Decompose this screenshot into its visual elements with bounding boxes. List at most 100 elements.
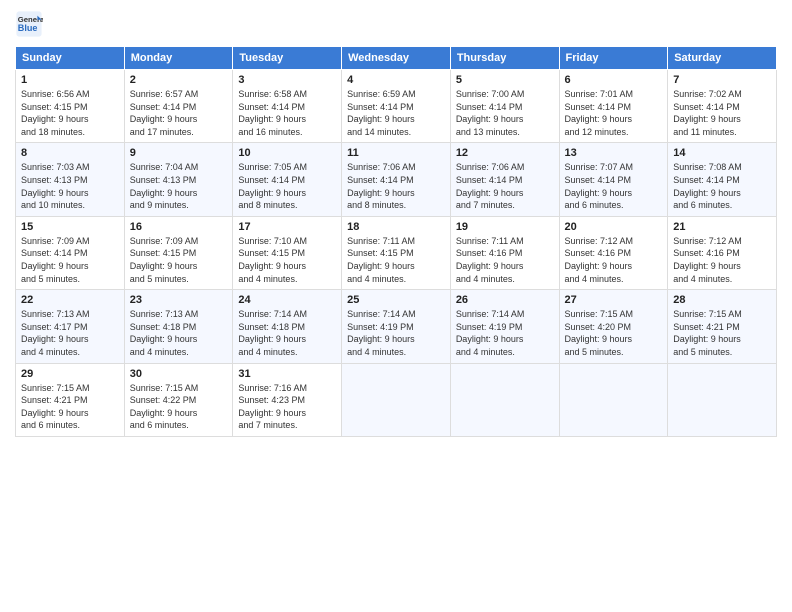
page-header: General Blue: [15, 10, 777, 38]
day-number: 6: [565, 74, 663, 86]
day-info: Sunrise: 7:00 AMSunset: 4:14 PMDaylight:…: [456, 89, 525, 137]
day-number: 29: [21, 368, 119, 380]
day-number: 26: [456, 294, 554, 306]
calendar-week-row: 8 Sunrise: 7:03 AMSunset: 4:13 PMDayligh…: [16, 143, 777, 216]
calendar-cell: 27 Sunrise: 7:15 AMSunset: 4:20 PMDaylig…: [559, 290, 668, 363]
calendar-cell: 7 Sunrise: 7:02 AMSunset: 4:14 PMDayligh…: [668, 70, 777, 143]
calendar-cell: 12 Sunrise: 7:06 AMSunset: 4:14 PMDaylig…: [450, 143, 559, 216]
calendar-cell: 17 Sunrise: 7:10 AMSunset: 4:15 PMDaylig…: [233, 216, 342, 289]
calendar-cell: 6 Sunrise: 7:01 AMSunset: 4:14 PMDayligh…: [559, 70, 668, 143]
day-info: Sunrise: 7:15 AMSunset: 4:21 PMDaylight:…: [673, 309, 742, 357]
day-info: Sunrise: 7:11 AMSunset: 4:16 PMDaylight:…: [456, 236, 524, 284]
calendar-cell: 21 Sunrise: 7:12 AMSunset: 4:16 PMDaylig…: [668, 216, 777, 289]
calendar-weekday-thursday: Thursday: [450, 47, 559, 70]
calendar-cell: 13 Sunrise: 7:07 AMSunset: 4:14 PMDaylig…: [559, 143, 668, 216]
calendar-cell: 30 Sunrise: 7:15 AMSunset: 4:22 PMDaylig…: [124, 363, 233, 436]
day-number: 19: [456, 221, 554, 233]
day-info: Sunrise: 7:12 AMSunset: 4:16 PMDaylight:…: [673, 236, 742, 284]
calendar-cell: 2 Sunrise: 6:57 AMSunset: 4:14 PMDayligh…: [124, 70, 233, 143]
day-info: Sunrise: 6:58 AMSunset: 4:14 PMDaylight:…: [238, 89, 307, 137]
calendar-cell: 18 Sunrise: 7:11 AMSunset: 4:15 PMDaylig…: [342, 216, 451, 289]
calendar-cell: 9 Sunrise: 7:04 AMSunset: 4:13 PMDayligh…: [124, 143, 233, 216]
calendar-weekday-friday: Friday: [559, 47, 668, 70]
calendar-cell: [668, 363, 777, 436]
day-number: 18: [347, 221, 445, 233]
day-info: Sunrise: 7:07 AMSunset: 4:14 PMDaylight:…: [565, 162, 634, 210]
day-info: Sunrise: 7:14 AMSunset: 4:19 PMDaylight:…: [347, 309, 416, 357]
calendar-week-row: 15 Sunrise: 7:09 AMSunset: 4:14 PMDaylig…: [16, 216, 777, 289]
calendar-cell: [342, 363, 451, 436]
day-number: 25: [347, 294, 445, 306]
day-info: Sunrise: 7:10 AMSunset: 4:15 PMDaylight:…: [238, 236, 307, 284]
day-number: 27: [565, 294, 663, 306]
calendar-cell: 29 Sunrise: 7:15 AMSunset: 4:21 PMDaylig…: [16, 363, 125, 436]
day-number: 2: [130, 74, 228, 86]
day-info: Sunrise: 7:06 AMSunset: 4:14 PMDaylight:…: [347, 162, 416, 210]
calendar-cell: 24 Sunrise: 7:14 AMSunset: 4:18 PMDaylig…: [233, 290, 342, 363]
day-info: Sunrise: 6:57 AMSunset: 4:14 PMDaylight:…: [130, 89, 199, 137]
day-number: 28: [673, 294, 771, 306]
day-number: 7: [673, 74, 771, 86]
day-number: 11: [347, 147, 445, 159]
calendar-week-row: 29 Sunrise: 7:15 AMSunset: 4:21 PMDaylig…: [16, 363, 777, 436]
calendar-cell: 19 Sunrise: 7:11 AMSunset: 4:16 PMDaylig…: [450, 216, 559, 289]
calendar-cell: 14 Sunrise: 7:08 AMSunset: 4:14 PMDaylig…: [668, 143, 777, 216]
day-info: Sunrise: 7:03 AMSunset: 4:13 PMDaylight:…: [21, 162, 90, 210]
calendar-cell: 22 Sunrise: 7:13 AMSunset: 4:17 PMDaylig…: [16, 290, 125, 363]
calendar-cell: 28 Sunrise: 7:15 AMSunset: 4:21 PMDaylig…: [668, 290, 777, 363]
day-info: Sunrise: 7:14 AMSunset: 4:18 PMDaylight:…: [238, 309, 307, 357]
calendar-cell: 16 Sunrise: 7:09 AMSunset: 4:15 PMDaylig…: [124, 216, 233, 289]
calendar-weekday-tuesday: Tuesday: [233, 47, 342, 70]
day-number: 9: [130, 147, 228, 159]
day-number: 14: [673, 147, 771, 159]
calendar-table: SundayMondayTuesdayWednesdayThursdayFrid…: [15, 46, 777, 437]
day-number: 24: [238, 294, 336, 306]
calendar-header-row: SundayMondayTuesdayWednesdayThursdayFrid…: [16, 47, 777, 70]
day-info: Sunrise: 7:16 AMSunset: 4:23 PMDaylight:…: [238, 383, 307, 431]
svg-text:Blue: Blue: [18, 23, 38, 33]
day-number: 31: [238, 368, 336, 380]
day-number: 23: [130, 294, 228, 306]
calendar-cell: 31 Sunrise: 7:16 AMSunset: 4:23 PMDaylig…: [233, 363, 342, 436]
day-info: Sunrise: 7:01 AMSunset: 4:14 PMDaylight:…: [565, 89, 634, 137]
logo: General Blue: [15, 10, 47, 38]
calendar-cell: 23 Sunrise: 7:13 AMSunset: 4:18 PMDaylig…: [124, 290, 233, 363]
day-info: Sunrise: 6:59 AMSunset: 4:14 PMDaylight:…: [347, 89, 416, 137]
logo-icon: General Blue: [15, 10, 43, 38]
calendar-weekday-sunday: Sunday: [16, 47, 125, 70]
day-info: Sunrise: 7:14 AMSunset: 4:19 PMDaylight:…: [456, 309, 525, 357]
day-info: Sunrise: 7:15 AMSunset: 4:22 PMDaylight:…: [130, 383, 199, 431]
day-info: Sunrise: 7:09 AMSunset: 4:14 PMDaylight:…: [21, 236, 90, 284]
calendar-cell: 8 Sunrise: 7:03 AMSunset: 4:13 PMDayligh…: [16, 143, 125, 216]
calendar-cell: 15 Sunrise: 7:09 AMSunset: 4:14 PMDaylig…: [16, 216, 125, 289]
day-number: 10: [238, 147, 336, 159]
day-number: 8: [21, 147, 119, 159]
calendar-cell: 5 Sunrise: 7:00 AMSunset: 4:14 PMDayligh…: [450, 70, 559, 143]
day-number: 3: [238, 74, 336, 86]
calendar-weekday-saturday: Saturday: [668, 47, 777, 70]
day-number: 20: [565, 221, 663, 233]
day-number: 22: [21, 294, 119, 306]
calendar-cell: 25 Sunrise: 7:14 AMSunset: 4:19 PMDaylig…: [342, 290, 451, 363]
calendar-week-row: 22 Sunrise: 7:13 AMSunset: 4:17 PMDaylig…: [16, 290, 777, 363]
calendar-cell: 11 Sunrise: 7:06 AMSunset: 4:14 PMDaylig…: [342, 143, 451, 216]
day-number: 17: [238, 221, 336, 233]
day-info: Sunrise: 7:12 AMSunset: 4:16 PMDaylight:…: [565, 236, 634, 284]
day-info: Sunrise: 7:02 AMSunset: 4:14 PMDaylight:…: [673, 89, 742, 137]
day-info: Sunrise: 7:15 AMSunset: 4:21 PMDaylight:…: [21, 383, 90, 431]
day-number: 12: [456, 147, 554, 159]
calendar-cell: [450, 363, 559, 436]
calendar-weekday-wednesday: Wednesday: [342, 47, 451, 70]
calendar-weekday-monday: Monday: [124, 47, 233, 70]
day-info: Sunrise: 7:13 AMSunset: 4:17 PMDaylight:…: [21, 309, 90, 357]
day-number: 5: [456, 74, 554, 86]
day-number: 4: [347, 74, 445, 86]
day-number: 1: [21, 74, 119, 86]
day-number: 13: [565, 147, 663, 159]
calendar-week-row: 1 Sunrise: 6:56 AMSunset: 4:15 PMDayligh…: [16, 70, 777, 143]
calendar-cell: 10 Sunrise: 7:05 AMSunset: 4:14 PMDaylig…: [233, 143, 342, 216]
day-number: 30: [130, 368, 228, 380]
day-info: Sunrise: 7:06 AMSunset: 4:14 PMDaylight:…: [456, 162, 525, 210]
day-number: 15: [21, 221, 119, 233]
day-number: 21: [673, 221, 771, 233]
